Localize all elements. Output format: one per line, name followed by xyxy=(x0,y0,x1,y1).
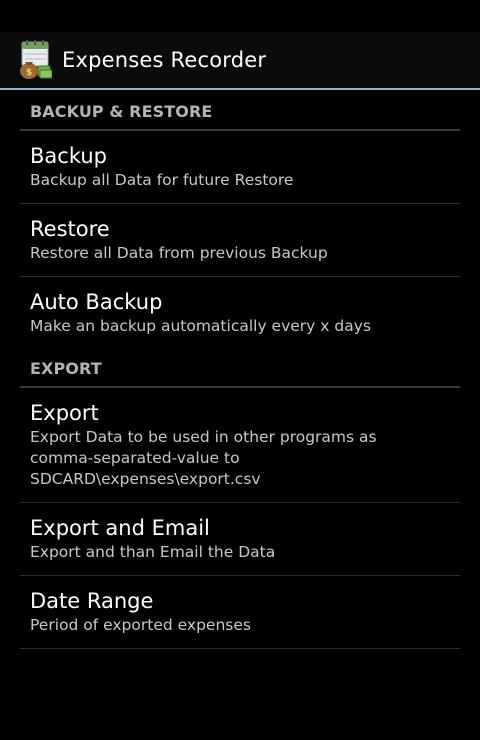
action-bar: $ Expenses Recorder xyxy=(0,32,480,90)
svg-text:$: $ xyxy=(26,68,32,78)
pref-summary: Backup all Data for future Restore xyxy=(30,171,294,189)
pref-summary: Export and than Email the Data xyxy=(30,543,276,561)
category-export: EXPORT xyxy=(20,359,460,388)
expenses-app-icon[interactable]: $ xyxy=(18,40,52,80)
pref-summary: Period of exported expenses xyxy=(30,616,251,634)
pref-title: Export and Email xyxy=(30,516,210,540)
pref-title: Backup xyxy=(30,144,107,168)
preferences-list: BACKUP & RESTORE Backup Backup all Data … xyxy=(0,102,480,649)
pref-export[interactable]: Export Export Data to be used in other p… xyxy=(20,388,460,503)
category-backup-restore: BACKUP & RESTORE xyxy=(20,102,460,131)
pref-summary: Export Data to be used in other programs… xyxy=(30,428,377,488)
pref-date-range[interactable]: Date Range Period of exported expenses xyxy=(20,576,460,649)
pref-title: Date Range xyxy=(30,589,154,613)
pref-title: Restore xyxy=(30,217,110,241)
pref-export-and-email[interactable]: Export and Email Export and than Email t… xyxy=(20,503,460,576)
pref-summary: Restore all Data from previous Backup xyxy=(30,244,328,262)
pref-summary: Make an backup automatically every x day… xyxy=(30,317,371,335)
pref-auto-backup[interactable]: Auto Backup Make an backup automatically… xyxy=(20,277,460,349)
app-title: Expenses Recorder xyxy=(62,48,267,72)
pref-title: Auto Backup xyxy=(30,290,163,314)
pref-title: Export xyxy=(30,401,99,425)
pref-backup[interactable]: Backup Backup all Data for future Restor… xyxy=(20,131,460,204)
pref-restore[interactable]: Restore Restore all Data from previous B… xyxy=(20,204,460,277)
status-bar xyxy=(0,0,480,32)
